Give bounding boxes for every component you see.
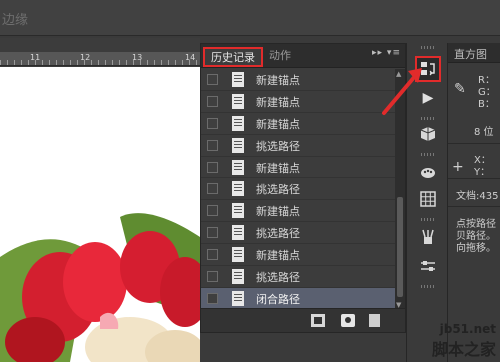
snapshot-source-checkbox[interactable] — [207, 183, 218, 195]
history-state-icon — [232, 181, 244, 197]
info-divider — [448, 206, 500, 207]
history-item-label: 闭合路径 — [256, 292, 300, 306]
history-state-icon — [232, 159, 244, 175]
info-b-label: B： — [478, 99, 495, 110]
history-item[interactable]: 挑选路径 — [201, 135, 395, 157]
snapshot-source-checkbox[interactable] — [207, 249, 218, 261]
title-bar: 边缘 — [0, 0, 500, 36]
ruler-tick: 11 — [30, 53, 41, 62]
info-panel: 直方图 ✎ R： G： B： 8 位 + X： Y： 文档:435 点按路径 贝… — [448, 43, 500, 362]
tab-actions[interactable]: 动作 — [263, 47, 297, 67]
snapshot-source-checkbox[interactable] — [207, 117, 218, 129]
history-state-icon — [232, 269, 244, 285]
palette-glyph — [421, 168, 435, 178]
snapshot-source-checkbox[interactable] — [207, 74, 218, 85]
adjust-icon[interactable] — [415, 253, 441, 279]
snapshot-source-checkbox[interactable] — [207, 292, 218, 304]
image-canvas[interactable] — [0, 67, 200, 362]
history-state-icon — [232, 203, 244, 219]
snapshot-source-checkbox[interactable] — [207, 139, 218, 151]
tab-history[interactable]: 历史记录 — [203, 47, 263, 67]
grid-glyph — [420, 191, 436, 207]
document-title: 边缘 — [2, 13, 29, 28]
info-hint-line: 向拖移。 — [456, 243, 496, 254]
history-item[interactable]: 新建锚点 — [201, 113, 395, 135]
info-divider — [448, 143, 500, 144]
history-item[interactable]: 挑选路径 — [201, 222, 395, 245]
history-state-icon — [232, 247, 244, 263]
history-state-icon — [232, 93, 244, 109]
history-item[interactable]: 新建锚点 — [201, 69, 395, 91]
ruler-tick: 14 — [185, 53, 196, 62]
paint-palette-icon[interactable] — [415, 159, 441, 185]
cube-icon[interactable] — [415, 121, 441, 147]
dock-grip[interactable] — [421, 117, 435, 120]
cube-glyph — [420, 127, 436, 141]
panel-menu-icon[interactable]: ▸▸ ▾≡ — [372, 48, 401, 58]
history-item-label: 新建锚点 — [256, 161, 300, 175]
watermark-name: 脚本之家 — [431, 340, 496, 359]
camera-icon[interactable] — [341, 314, 355, 327]
brush-icon[interactable] — [415, 224, 441, 250]
grid-icon[interactable] — [415, 186, 441, 212]
history-item-label: 新建锚点 — [256, 205, 300, 219]
dock-grip[interactable] — [421, 46, 435, 49]
new-document-from-state-icon[interactable] — [311, 314, 325, 327]
brush-glyph — [422, 229, 434, 244]
document-tab-strip — [0, 38, 200, 52]
history-item-label: 新建锚点 — [256, 95, 300, 109]
snapshot-source-checkbox[interactable] — [207, 161, 218, 173]
history-item[interactable]: 新建锚点 — [201, 200, 395, 223]
history-item-label: 挑选路径 — [256, 227, 300, 241]
info-bit-depth: 8 位 — [474, 127, 494, 138]
eyedropper-icon: ✎ — [454, 81, 466, 97]
history-item-label: 新建锚点 — [256, 117, 300, 131]
info-divider — [448, 178, 500, 179]
history-state-icon — [232, 72, 244, 87]
snapshot-source-checkbox[interactable] — [207, 205, 218, 217]
snapshot-source-checkbox[interactable] — [207, 227, 218, 239]
ruler-tick: 12 — [80, 53, 91, 62]
scroll-thumb[interactable] — [397, 197, 403, 297]
history-item[interactable]: 挑选路径 — [201, 178, 395, 201]
site-watermark: jb51.net 脚本之家 — [432, 322, 496, 360]
history-panel-footer — [201, 308, 405, 332]
history-item[interactable]: 新建锚点 — [201, 91, 395, 113]
history-item-label: 挑选路径 — [256, 271, 300, 285]
info-document-size: 文档:435 — [456, 191, 499, 202]
adjust-glyph — [421, 261, 435, 271]
info-y-label: Y： — [474, 167, 491, 178]
history-item-label: 挑选路径 — [256, 183, 300, 197]
history-state-icon — [232, 137, 244, 153]
snapshot-source-checkbox[interactable] — [207, 95, 218, 107]
red-arrow-annotation — [382, 68, 422, 115]
tulip-image — [0, 67, 200, 362]
history-item-label: 新建锚点 — [256, 249, 300, 263]
dock-grip[interactable] — [421, 153, 435, 156]
trash-icon[interactable] — [369, 314, 380, 327]
history-panel: 历史记录 动作 ▸▸ ▾≡ 新建锚点 新建锚点 新建锚点 挑选路径 新建锚点 挑… — [200, 43, 406, 333]
history-item-label: 新建锚点 — [256, 74, 300, 87]
history-item[interactable]: 挑选路径 — [201, 266, 395, 288]
history-state-icon — [232, 290, 244, 306]
history-state-icon — [232, 115, 244, 131]
history-item[interactable]: 新建锚点 — [201, 244, 395, 267]
history-panel-tabs: 历史记录 动作 ▸▸ ▾≡ — [201, 44, 405, 68]
dock-grip[interactable] — [421, 285, 435, 288]
history-list: 新建锚点 新建锚点 新建锚点 挑选路径 新建锚点 挑选路径 新建锚点 挑选路径 … — [201, 69, 395, 310]
history-item[interactable]: 新建锚点 — [201, 157, 395, 179]
history-item-selected[interactable]: 闭合路径 — [201, 287, 395, 310]
history-state-icon — [232, 225, 244, 241]
horizontal-ruler: 11 12 13 14 — [0, 52, 200, 66]
tab-histogram[interactable]: 直方图 — [448, 43, 500, 63]
watermark-site: jb51.net — [439, 322, 496, 336]
dock-grip[interactable] — [421, 218, 435, 221]
snapshot-source-checkbox[interactable] — [207, 271, 218, 283]
history-item-label: 挑选路径 — [256, 139, 300, 153]
crosshair-icon: + — [452, 159, 464, 175]
ruler-tick: 13 — [132, 53, 143, 62]
